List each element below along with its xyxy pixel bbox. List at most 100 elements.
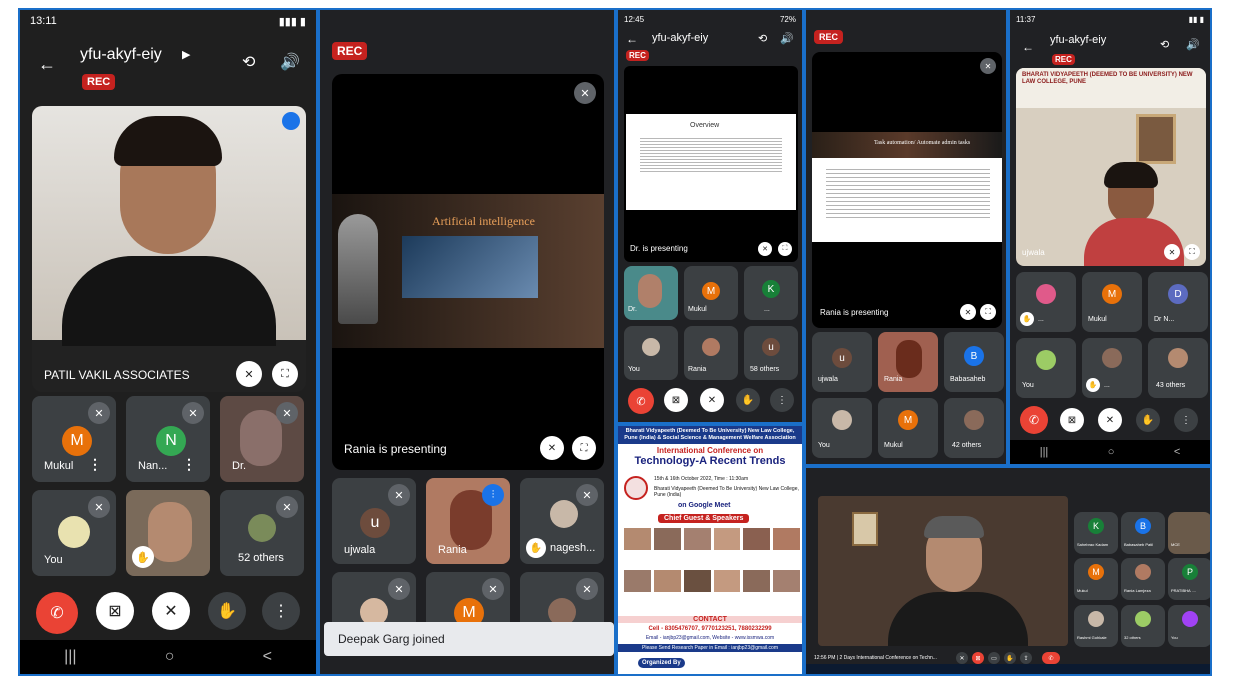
more-options-icon[interactable]: ⋮ (182, 456, 196, 473)
participant-tile[interactable]: Rania (684, 326, 738, 380)
participant-tile[interactable]: 43 others (1148, 338, 1208, 398)
participant-tile[interactable]: u ujwala (812, 332, 872, 392)
fullscreen-icon[interactable]: ⛶ (1184, 244, 1200, 260)
home-icon[interactable]: ○ (165, 648, 175, 666)
meeting-code[interactable]: yfu-akyf-eiy (652, 32, 708, 44)
chevron-right-icon[interactable]: ▶ (182, 48, 190, 61)
audio-indicator-icon: ⫶ (482, 484, 504, 506)
participant-tile[interactable]: You (812, 398, 872, 458)
present-button[interactable]: ⇪ (1020, 652, 1032, 664)
participant-tile[interactable]: M Mukul (684, 266, 738, 320)
participant-tile[interactable]: u 58 others (744, 326, 798, 380)
participant-tile[interactable]: M Mukul (1074, 558, 1118, 601)
end-call-button[interactable]: ✆ (628, 388, 654, 414)
fullscreen-icon[interactable]: ⛶ (272, 361, 298, 387)
captions-button[interactable]: ▭ (988, 652, 1000, 664)
participant-tile[interactable]: Dr. ✕ (220, 396, 304, 482)
participant-tile[interactable]: u ujwala ✕ (332, 478, 416, 564)
participant-name: Rania (688, 366, 707, 373)
participant-tile[interactable]: You ✕ (32, 490, 116, 576)
more-options-icon[interactable]: ⋮ (88, 456, 102, 473)
fullscreen-icon[interactable]: ⛶ (980, 304, 996, 320)
others-count[interactable]: 58 others (750, 366, 779, 373)
participant-tile[interactable]: ✋ (126, 490, 210, 576)
more-options-button[interactable]: ⋮ (262, 592, 300, 630)
raise-hand-button[interactable]: ✋ (1004, 652, 1016, 664)
camera-off-button[interactable]: ⊠ (96, 592, 134, 630)
fullscreen-icon[interactable]: ⛶ (778, 242, 792, 256)
raise-hand-button[interactable]: ✋ (1136, 408, 1160, 432)
speaker-photo (743, 569, 771, 592)
status-bar: 12:45 72% (618, 10, 802, 28)
camera-off-button[interactable]: ⊠ (664, 388, 688, 412)
participant-tile[interactable]: ✋ nagesh... ✕ (520, 478, 604, 564)
back-arrow-icon[interactable]: ← (626, 32, 638, 46)
participant-tile[interactable]: N Nan... ✕ ⋮ (126, 396, 210, 482)
speaker-icon[interactable]: 🔊 (780, 32, 794, 45)
raise-hand-button[interactable]: ✋ (736, 388, 760, 412)
more-options-button[interactable]: ⋮ (770, 388, 794, 412)
person-body (62, 256, 276, 346)
participant-tile[interactable]: MCE (1168, 512, 1210, 554)
camera-off-button[interactable]: ⊠ (1060, 408, 1084, 432)
participant-tile[interactable]: ✕ 52 others (220, 490, 304, 576)
others-count[interactable]: 43 others (1156, 382, 1185, 389)
participant-tile[interactable]: 42 others (944, 398, 1004, 458)
recent-apps-icon[interactable]: ||| (1040, 446, 1049, 458)
participant-tile[interactable]: You (624, 326, 678, 380)
end-call-button[interactable]: ✆ (1020, 406, 1048, 434)
participant-tile[interactable]: K Sahebrao Kadam (1074, 512, 1118, 554)
rec-badge: REC (626, 50, 649, 61)
back-arrow-icon[interactable]: ← (1022, 40, 1034, 54)
participant-tile[interactable]: You (1016, 338, 1076, 398)
participant-tile[interactable]: M Mukul ✕ ⋮ (32, 396, 116, 482)
avatar (1102, 348, 1122, 368)
meeting-code[interactable]: yfu-akyf-eiy (80, 46, 162, 64)
speaker-photo (683, 528, 711, 550)
raise-hand-button[interactable]: ✋ (208, 592, 246, 630)
mic-button[interactable]: ✕ (956, 652, 968, 664)
participant-tile[interactable]: Dr. (624, 266, 678, 320)
participant-tile[interactable]: M Mukul (878, 398, 938, 458)
others-count[interactable]: 52 others (238, 552, 284, 564)
participant-tile[interactable]: Rashmi Gohkale (1074, 604, 1118, 647)
back-icon[interactable]: < (1174, 446, 1180, 458)
camera-switch-icon[interactable]: ⟲ (242, 52, 255, 72)
end-call-button[interactable]: ✆ (1042, 652, 1060, 664)
participant-tile[interactable]: B Babasaheb Patil (1121, 512, 1165, 554)
back-icon[interactable]: < (263, 648, 272, 666)
participant-tile[interactable]: 32 others (1121, 604, 1165, 647)
participant-tile[interactable]: B Babasaheb (944, 332, 1004, 392)
participant-tile[interactable]: You (1168, 604, 1210, 647)
mic-off-button[interactable]: ✕ (152, 592, 190, 630)
home-icon[interactable]: ○ (1108, 446, 1115, 458)
others-count[interactable]: 42 others (952, 442, 981, 449)
person-hair (924, 516, 984, 538)
participant-tile[interactable]: M Mukul (1082, 272, 1142, 332)
participant-tile[interactable]: Rania (878, 332, 938, 392)
participant-tile[interactable]: D Dr N... (1148, 272, 1208, 332)
back-arrow-icon[interactable]: ← (38, 54, 56, 75)
end-call-button[interactable]: ✆ (36, 592, 78, 634)
participant-tile[interactable]: P PRATIBHA .... (1168, 558, 1210, 601)
rec-badge: REC (82, 74, 116, 90)
mic-off-button[interactable]: ✕ (1098, 408, 1122, 432)
participant-tile[interactable]: ✋ ... (1016, 272, 1076, 332)
speaker-icon[interactable]: 🔊 (1186, 38, 1200, 51)
camera-switch-icon[interactable]: ⟲ (1160, 38, 1169, 51)
participant-tile[interactable]: ✋ ... (1082, 338, 1142, 398)
participant-tile[interactable]: Rania ⫶ (426, 478, 510, 564)
more-options-button[interactable]: ⋮ (1174, 408, 1198, 432)
camera-switch-icon[interactable]: ⟲ (758, 32, 767, 45)
mic-off-button[interactable]: ✕ (700, 388, 724, 412)
meeting-code[interactable]: yfu-akyf-eiy (1050, 34, 1106, 46)
others-count[interactable]: 32 others (1124, 635, 1141, 640)
rec-badge: REC (814, 30, 844, 44)
poster-venue: Bharati Vidyapeeth (Deemed To Be Univers… (654, 486, 799, 498)
recent-apps-icon[interactable]: ||| (64, 648, 76, 666)
camera-off-button[interactable]: ⊠ (972, 652, 984, 664)
speaker-icon[interactable]: 🔊 (280, 52, 300, 72)
participant-tile[interactable]: Rania Lamjeza (1121, 558, 1165, 601)
participant-tile[interactable]: K ... (744, 266, 798, 320)
fullscreen-icon[interactable]: ⛶ (572, 436, 596, 460)
